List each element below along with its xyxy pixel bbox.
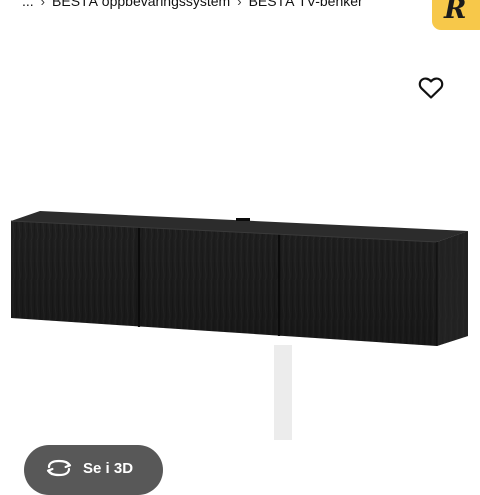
heart-outline-icon xyxy=(418,77,444,99)
breadcrumb-item-besta-tv-benches[interactable]: BESTÅ TV-benker xyxy=(249,0,363,9)
product-shadow xyxy=(274,345,292,440)
app-logo-icon: R xyxy=(444,0,467,25)
favorite-button[interactable] xyxy=(416,74,446,102)
rotate-3d-icon xyxy=(46,459,72,477)
view-3d-button[interactable]: Se i 3D xyxy=(24,445,163,495)
breadcrumb-ellipsis[interactable]: ... xyxy=(22,0,34,9)
chevron-right-icon: › xyxy=(237,0,242,9)
product-image xyxy=(10,211,468,440)
breadcrumb: ... › BESTÅ oppbevaringssystem › BESTÅ T… xyxy=(22,0,363,11)
view-3d-label: Se i 3D xyxy=(83,460,134,477)
app-logo-badge: R xyxy=(432,0,480,30)
breadcrumb-item-besta-storage[interactable]: BESTÅ oppbevaringssystem xyxy=(52,0,230,9)
chevron-right-icon: › xyxy=(40,0,46,9)
cable-outlet xyxy=(236,218,250,221)
